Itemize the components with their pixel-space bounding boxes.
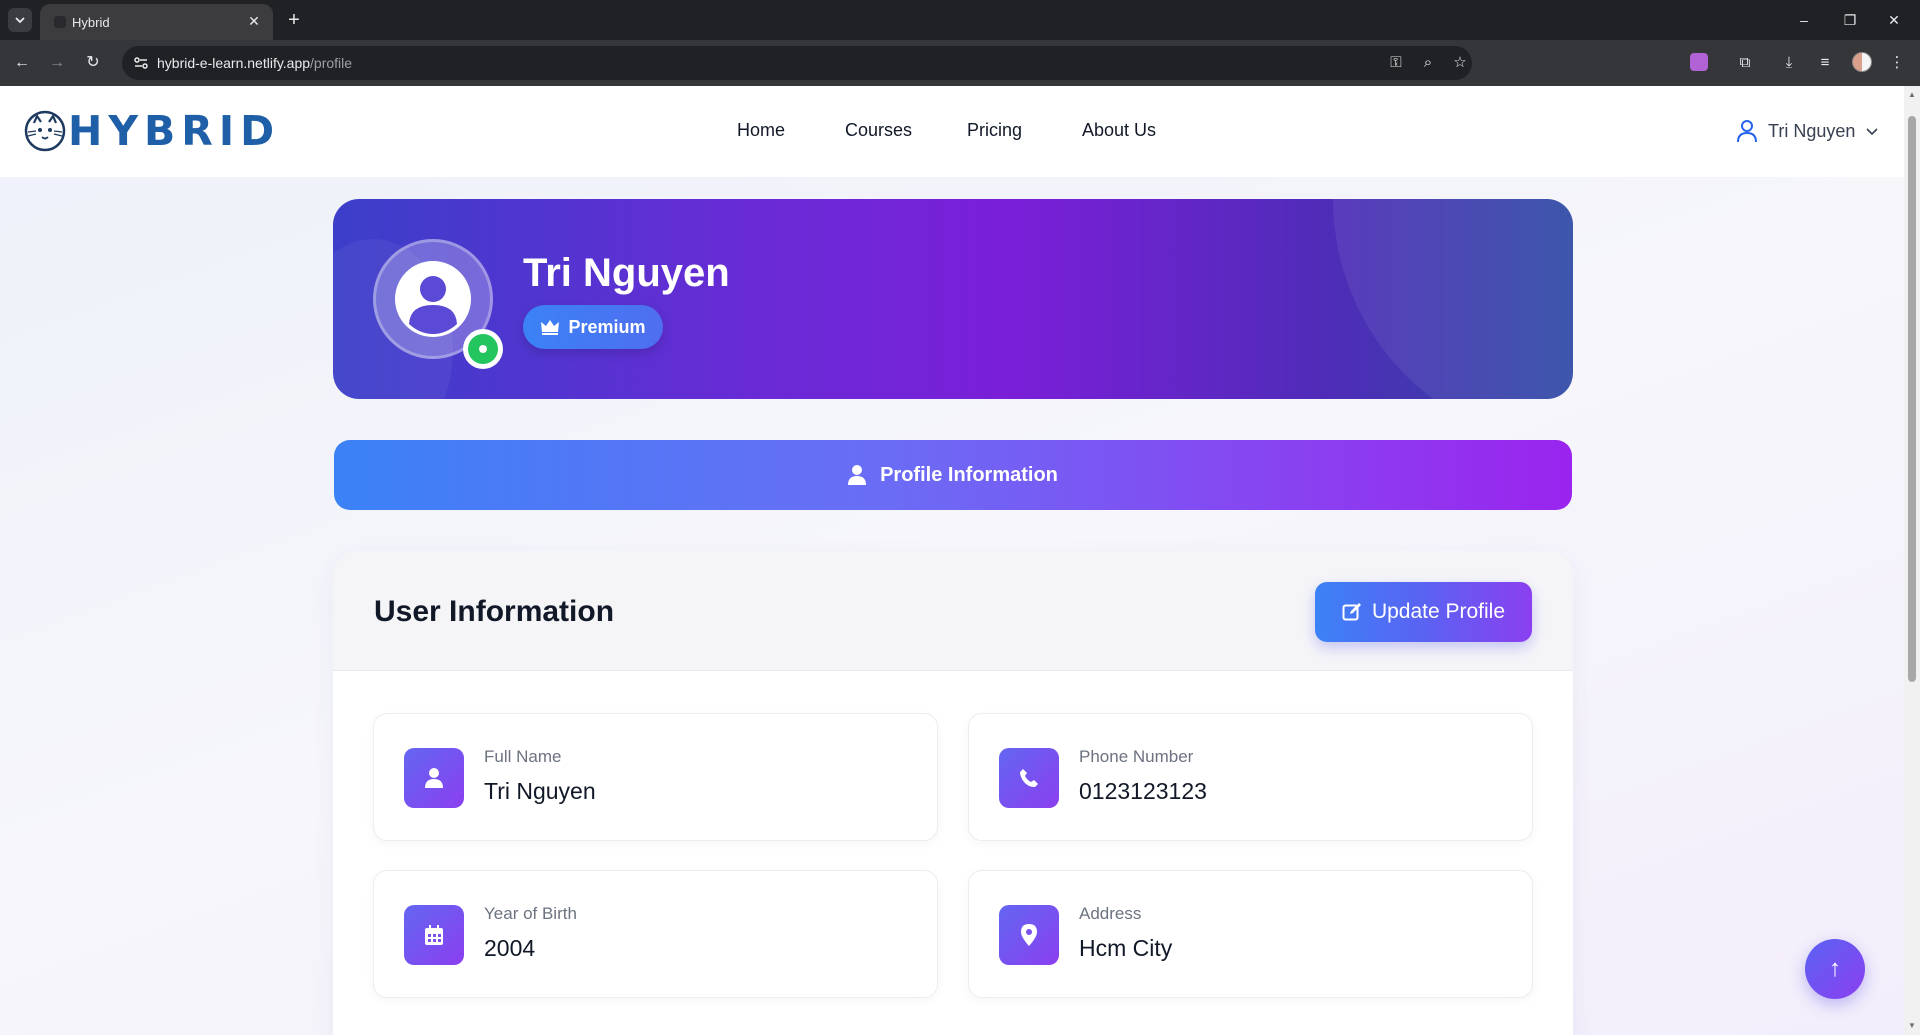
premium-label: Premium (568, 316, 646, 337)
online-status-indicator (463, 329, 503, 369)
field-value: Tri Nguyen (484, 778, 596, 804)
scroll-to-top-button[interactable]: ↑ (1805, 939, 1865, 999)
scroll-down-arrow-icon[interactable]: ▼ (1907, 1021, 1917, 1031)
user-information-card: User Information Update Profile Full Nam… (333, 551, 1573, 1035)
nav-courses[interactable]: Courses (845, 120, 912, 141)
chevron-down-icon (15, 17, 25, 24)
logo[interactable]: HYBRID (24, 106, 274, 156)
more-menu-icon[interactable]: ⋮ (1886, 52, 1908, 74)
tab-search-button[interactable] (8, 8, 32, 32)
browser-tab[interactable]: Hybrid ✕ (40, 4, 273, 40)
field-label: Year of Birth (484, 904, 577, 923)
close-icon[interactable]: ✕ (245, 12, 263, 30)
cat-logo-icon (24, 110, 66, 152)
field-address: Address Hcm City (968, 870, 1533, 998)
chevron-down-icon (1866, 128, 1878, 136)
decorative-circle (1333, 199, 1573, 399)
nav-about-us[interactable]: About Us (1082, 120, 1156, 141)
field-value: 0123123123 (1079, 778, 1207, 804)
minimize-icon[interactable]: – (1790, 8, 1818, 32)
field-label: Address (1079, 904, 1142, 923)
user-icon (1737, 120, 1757, 143)
page: HYBRID Home Courses Pricing About Us Tri… (0, 86, 1904, 1035)
crown-icon (541, 320, 560, 335)
tab-label: Profile Information (880, 463, 1058, 486)
edit-icon (1342, 603, 1361, 621)
download-icon[interactable]: ⤓ (1778, 52, 1800, 74)
browser-tab-bar: Hybrid ✕ + – ❐ ✕ (0, 0, 1920, 40)
tab-profile-information[interactable]: Profile Information (334, 440, 1572, 510)
zoom-icon[interactable]: ⌕ (1418, 53, 1438, 73)
premium-badge: Premium (523, 305, 663, 349)
nav-pricing[interactable]: Pricing (967, 120, 1022, 141)
restore-icon[interactable]: ❐ (1836, 8, 1864, 32)
field-label: Phone Number (1079, 747, 1194, 766)
profile-banner: Tri Nguyen Premium (333, 199, 1573, 399)
reading-list-icon[interactable]: ≡ (1814, 52, 1836, 74)
logo-text: HYBRID (68, 107, 281, 155)
scroll-up-arrow-icon[interactable]: ▲ (1907, 90, 1917, 100)
browser-toolbar: ← → ↻ hybrid-e-learn.netlify.app/profile… (0, 40, 1920, 86)
star-icon[interactable]: ☆ (1450, 53, 1470, 73)
field-full-name: Full Name Tri Nguyen (373, 713, 938, 841)
favicon-icon (54, 16, 66, 28)
field-value: Hcm City (1079, 935, 1173, 961)
map-pin-icon (999, 905, 1059, 965)
arrow-up-icon: ↑ (1829, 955, 1841, 982)
field-phone-number: Phone Number 0123123123 (968, 713, 1533, 841)
window-close-icon[interactable]: ✕ (1880, 8, 1908, 32)
field-value: 2004 (484, 935, 536, 961)
tab-title: Hybrid (72, 15, 110, 30)
extension-icon[interactable] (1690, 53, 1708, 71)
card-header: User Information Update Profile (333, 551, 1573, 671)
user-icon (848, 465, 867, 485)
calendar-icon (404, 905, 464, 965)
user-menu[interactable]: Tri Nguyen (1736, 118, 1879, 144)
phone-icon (999, 748, 1059, 808)
url-text: hybrid-e-learn.netlify.app/profile (157, 55, 353, 71)
address-bar[interactable]: hybrid-e-learn.netlify.app/profile ⚿ ⌕ ☆ (122, 46, 1472, 80)
field-label: Full Name (484, 747, 562, 766)
back-icon[interactable]: ← (9, 50, 35, 76)
reload-icon[interactable]: ↻ (80, 50, 106, 76)
user-icon (404, 748, 464, 808)
site-header: HYBRID Home Courses Pricing About Us Tri… (0, 86, 1904, 177)
section-title: User Information (374, 595, 615, 628)
site-settings-icon[interactable] (132, 54, 150, 72)
forward-icon[interactable]: → (44, 50, 70, 76)
field-year-of-birth: Year of Birth 2004 (373, 870, 938, 998)
scrollbar-thumb[interactable] (1908, 116, 1916, 682)
new-tab-button[interactable]: + (282, 8, 306, 32)
nav-home[interactable]: Home (737, 120, 785, 141)
update-profile-button[interactable]: Update Profile (1315, 582, 1532, 642)
user-menu-name: Tri Nguyen (1768, 120, 1856, 141)
key-icon[interactable]: ⚿ (1386, 53, 1406, 73)
browser-profile-avatar[interactable] (1852, 52, 1872, 72)
update-profile-label: Update Profile (1371, 600, 1506, 623)
page-scrollbar[interactable]: ▲ ▼ (1904, 86, 1920, 1035)
profile-name: Tri Nguyen (523, 251, 730, 295)
extensions-icon[interactable]: ⧉ (1734, 52, 1756, 74)
